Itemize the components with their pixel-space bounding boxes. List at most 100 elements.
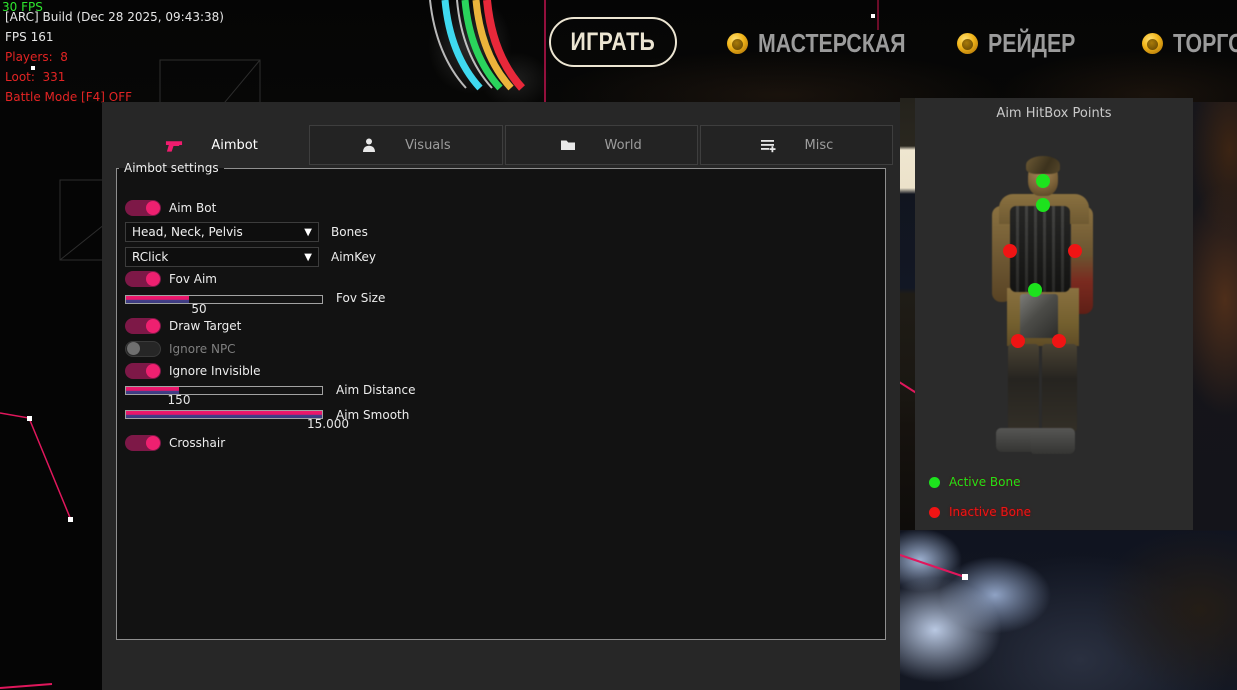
bones-dropdown[interactable]: Head, Neck, Pelvis ▼ bbox=[125, 222, 319, 242]
tab-label: Visuals bbox=[405, 138, 451, 153]
player-model-plate bbox=[1020, 294, 1058, 338]
aim-bot-toggle[interactable] bbox=[125, 200, 161, 216]
aim-bot-label: Aim Bot bbox=[169, 201, 216, 215]
aimbot-settings-group: Aimbot settings Aim Bot Head, Neck, Pelv… bbox=[116, 161, 886, 640]
aimkey-row: RClick ▼ AimKey bbox=[125, 247, 376, 267]
bone-dot-neck[interactable] bbox=[1036, 198, 1050, 212]
bones-label: Bones bbox=[331, 225, 368, 239]
chevron-down-icon: ▼ bbox=[304, 227, 312, 238]
group-title: Aimbot settings bbox=[119, 161, 224, 175]
bone-dot-pelvis[interactable] bbox=[1028, 283, 1042, 297]
bone-dot-head[interactable] bbox=[1036, 174, 1050, 188]
player-model-right-leg bbox=[1042, 344, 1077, 432]
crosshair-row: Crosshair bbox=[125, 435, 225, 451]
aimkey-dropdown-value: RClick bbox=[132, 250, 300, 264]
fov-size-row bbox=[125, 295, 323, 304]
tab-misc[interactable]: Misc bbox=[700, 125, 893, 165]
hud-fps-label: FPS 161 bbox=[5, 30, 53, 44]
crosshair-label: Crosshair bbox=[169, 436, 225, 450]
aim-bot-row: Aim Bot bbox=[125, 200, 216, 216]
ignore-invisible-label: Ignore Invisible bbox=[169, 364, 260, 378]
cheat-menu-panel: Aimbot Visuals World bbox=[102, 102, 900, 690]
tab-label: Aimbot bbox=[211, 138, 257, 153]
hud-loot-label: Loot: 331 bbox=[5, 70, 65, 84]
crosshair-toggle[interactable] bbox=[125, 435, 161, 451]
toggle-knob bbox=[127, 342, 140, 355]
ignore-npc-row: Ignore NPC bbox=[125, 341, 236, 357]
bone-dot-right-shoulder[interactable] bbox=[1068, 244, 1082, 258]
ignore-npc-label: Ignore NPC bbox=[169, 342, 236, 356]
hitbox-panel: Aim HitBox Points Active Bone bbox=[915, 98, 1193, 530]
bones-row: Head, Neck, Pelvis ▼ Bones bbox=[125, 222, 368, 242]
aim-distance-value: 150 bbox=[157, 393, 201, 407]
toggle-knob bbox=[146, 364, 160, 378]
fov-size-label: Fov Size bbox=[336, 291, 385, 305]
player-model bbox=[915, 98, 1193, 530]
sliders-plus-icon bbox=[760, 137, 777, 153]
player-model-left-boot bbox=[996, 428, 1036, 452]
ignore-invisible-toggle[interactable] bbox=[125, 363, 161, 379]
inactive-bone-dot-icon bbox=[929, 507, 940, 518]
tab-visuals[interactable]: Visuals bbox=[309, 125, 502, 165]
inactive-bone-label: Inactive Bone bbox=[949, 505, 1031, 519]
legend-active-bone: Active Bone bbox=[929, 475, 1021, 489]
tab-label: World bbox=[604, 138, 641, 153]
hud-players-label: Players: 8 bbox=[5, 50, 68, 64]
fov-aim-toggle[interactable] bbox=[125, 271, 161, 287]
player-model-helmet bbox=[1026, 156, 1060, 174]
coin-icon bbox=[727, 33, 748, 54]
aimkey-label: AimKey bbox=[331, 250, 376, 264]
tab-bar: Aimbot Visuals World bbox=[116, 125, 893, 165]
coin-icon bbox=[1142, 33, 1163, 54]
bone-dot-left-shoulder[interactable] bbox=[1003, 244, 1017, 258]
bone-dot-right-hip[interactable] bbox=[1052, 334, 1066, 348]
bones-dropdown-value: Head, Neck, Pelvis bbox=[132, 225, 300, 239]
aim-distance-label: Aim Distance bbox=[336, 383, 416, 397]
draw-target-label: Draw Target bbox=[169, 319, 241, 333]
aim-smooth-slider[interactable] bbox=[125, 410, 323, 419]
aim-distance-slider[interactable] bbox=[125, 386, 323, 395]
legend-inactive-bone: Inactive Bone bbox=[929, 505, 1031, 519]
nav-item-trade[interactable]: ТОРГО bbox=[1142, 30, 1237, 56]
toggle-knob bbox=[146, 319, 160, 333]
tab-world[interactable]: World bbox=[505, 125, 698, 165]
toggle-knob bbox=[146, 436, 160, 450]
nav-item-label: РЕЙДЕР bbox=[988, 28, 1075, 59]
toggle-knob bbox=[146, 272, 160, 286]
slider-fill bbox=[126, 411, 322, 418]
pistol-icon bbox=[165, 137, 183, 153]
draw-target-row: Draw Target bbox=[125, 318, 241, 334]
aim-smooth-row bbox=[125, 410, 323, 419]
aimkey-dropdown[interactable]: RClick ▼ bbox=[125, 247, 319, 267]
play-button[interactable]: ИГРАТЬ bbox=[549, 17, 677, 67]
hud-build-label: [ARC] Build (Dec 28 2025, 09:43:38) bbox=[5, 10, 224, 24]
fov-size-value: 50 bbox=[179, 302, 219, 316]
person-icon bbox=[361, 137, 377, 153]
fov-aim-row: Fov Aim bbox=[125, 271, 217, 287]
coin-icon bbox=[957, 33, 978, 54]
play-button-label: ИГРАТЬ bbox=[571, 28, 656, 57]
screen: 30 FPS [ARC] Build (Dec 28 2025, 09:43:3… bbox=[0, 0, 1237, 690]
player-model-vest bbox=[1010, 206, 1070, 292]
ignore-invisible-row: Ignore Invisible bbox=[125, 363, 260, 379]
fov-size-slider[interactable] bbox=[125, 295, 323, 304]
ignore-npc-toggle[interactable] bbox=[125, 341, 161, 357]
active-bone-dot-icon bbox=[929, 477, 940, 488]
bone-dot-left-hip[interactable] bbox=[1011, 334, 1025, 348]
tab-label: Misc bbox=[805, 138, 834, 153]
nav-item-raider[interactable]: РЕЙДЕР bbox=[957, 30, 1095, 56]
aim-distance-row bbox=[125, 386, 323, 395]
folder-icon bbox=[560, 137, 576, 153]
nav-item-label: МАСТЕРСКАЯ bbox=[758, 28, 906, 59]
fov-aim-label: Fov Aim bbox=[169, 272, 217, 286]
toggle-knob bbox=[146, 201, 160, 215]
tab-aimbot[interactable]: Aimbot bbox=[116, 125, 307, 165]
draw-target-toggle[interactable] bbox=[125, 318, 161, 334]
nav-item-label: ТОРГО bbox=[1173, 28, 1237, 59]
aim-smooth-value: 15.000 bbox=[301, 417, 355, 431]
nav-item-workshop[interactable]: МАСТЕРСКАЯ bbox=[727, 30, 938, 56]
active-bone-label: Active Bone bbox=[949, 475, 1021, 489]
player-model-right-boot bbox=[1031, 428, 1075, 454]
player-model-left-leg bbox=[1008, 344, 1039, 432]
chevron-down-icon: ▼ bbox=[304, 252, 312, 263]
